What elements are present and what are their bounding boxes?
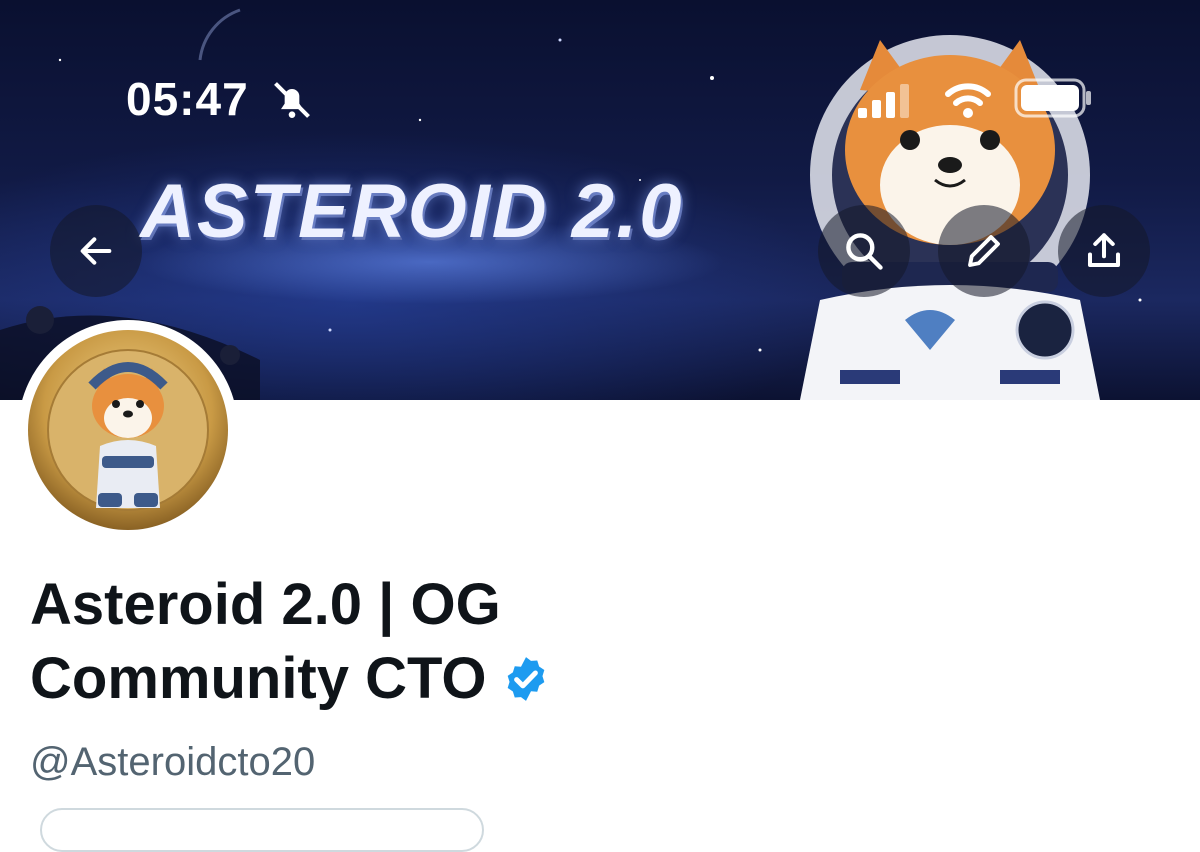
display-name-line-2: Community CTO: [30, 642, 730, 716]
pencil-icon: [968, 235, 1000, 267]
battery-icon: [1014, 78, 1091, 118]
arrow-left-icon: [80, 237, 112, 265]
profile-display-name: Asteroid 2.0 | OG Community CTO: [30, 568, 730, 716]
wifi-icon: [945, 83, 991, 118]
display-name-line-2-text: Community CTO: [30, 646, 487, 711]
search-button[interactable]: [818, 205, 910, 297]
edit-button[interactable]: [938, 205, 1030, 297]
status-time: 05:47: [126, 73, 249, 125]
bell-slash-icon: [274, 82, 310, 118]
banner-title: ASTEROID 2.0: [140, 169, 684, 254]
display-name-line-1: Asteroid 2.0 | OG: [30, 572, 501, 637]
profile-avatar[interactable]: [18, 320, 238, 540]
share-icon: [1087, 233, 1121, 268]
verified-badge-icon[interactable]: [501, 654, 551, 704]
profile-handle: @Asteroidcto20: [30, 740, 316, 784]
share-button[interactable]: [1058, 205, 1150, 297]
search-icon: [846, 233, 883, 270]
back-button[interactable]: [50, 205, 142, 297]
profile-action-pill[interactable]: [40, 808, 484, 852]
avatar-coin-image: [28, 330, 228, 530]
signal-icon: [858, 84, 909, 118]
